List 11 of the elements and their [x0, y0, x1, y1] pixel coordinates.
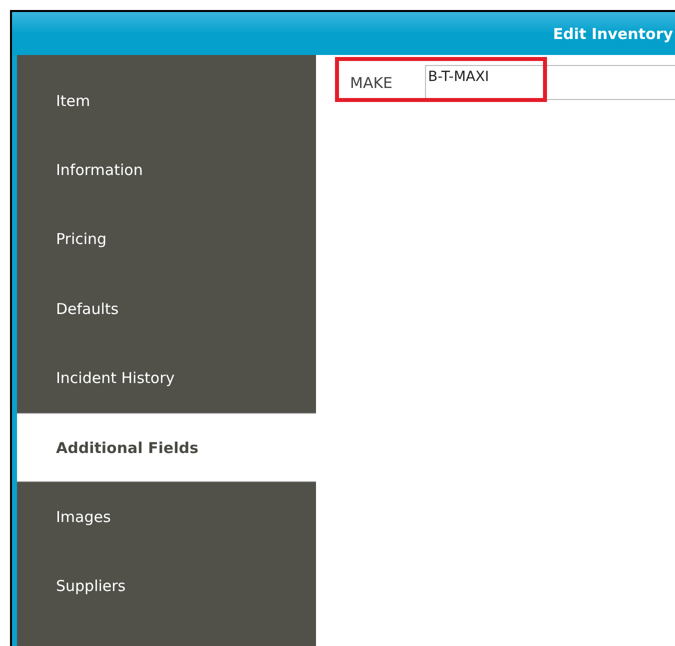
sidebar-item[interactable]: Defaults — [17, 274, 316, 344]
sidebar-item[interactable]: Item — [17, 66, 316, 136]
sidebar-item[interactable]: Additional Fields — [17, 412, 316, 482]
field-label: MAKE — [350, 74, 394, 92]
make-field[interactable]: B-T-MAXI — [425, 65, 675, 100]
sidebar-item[interactable]: Incident History — [17, 344, 316, 413]
sidebar-item[interactable]: Images — [17, 482, 316, 552]
sidebar-item[interactable]: Information — [17, 135, 316, 205]
window-title: Edit Inventory — [552, 24, 673, 42]
sidebar-item[interactable]: Pricing — [17, 204, 316, 274]
sidebar-item[interactable]: Suppliers — [17, 552, 316, 622]
